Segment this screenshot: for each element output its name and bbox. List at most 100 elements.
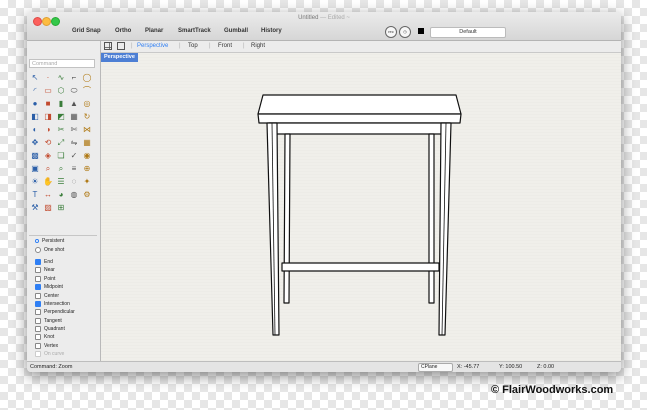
intersection-checkbox[interactable]	[35, 300, 41, 307]
midpoint-checkbox[interactable]	[35, 284, 41, 291]
pan-icon[interactable]: ✋	[42, 176, 54, 188]
extrude-icon[interactable]: ▦	[68, 111, 80, 123]
join-icon[interactable]: ⋈	[81, 124, 93, 136]
dim-icon[interactable]: ↔	[42, 189, 54, 201]
ellipse-icon[interactable]: ⬭	[68, 85, 80, 97]
match-icon[interactable]: ≡	[68, 163, 80, 175]
point-checkbox[interactable]	[35, 275, 41, 282]
snap-perpendicular[interactable]: Perpendicular	[35, 308, 75, 316]
table-model[interactable]	[101, 53, 621, 361]
smarttrack-button[interactable]: SmartTrack	[178, 28, 211, 34]
snap-midpoint[interactable]: Midpoint	[35, 283, 75, 291]
tab-front[interactable]: Front	[218, 43, 232, 49]
arrow-icon[interactable]: ↖	[29, 72, 41, 84]
torus-icon[interactable]: ◎	[81, 98, 93, 110]
select-icon[interactable]: ◈	[42, 150, 54, 162]
array-icon[interactable]: ▦	[81, 137, 93, 149]
snap-mode-one-shot[interactable]: One shot	[35, 245, 75, 253]
command-input[interactable]: Command	[29, 59, 95, 68]
quadrant-checkbox[interactable]	[35, 326, 41, 333]
center-checkbox[interactable]	[35, 292, 41, 299]
snap-intersection[interactable]: Intersection	[35, 300, 75, 308]
single-view-layout-icon[interactable]	[117, 42, 125, 50]
sweep-icon[interactable]: ◩	[55, 111, 67, 123]
layer-select[interactable]: Default	[430, 27, 506, 38]
cylinder-icon[interactable]: ▮	[55, 98, 67, 110]
curve-fillet-icon[interactable]: ⌒	[81, 85, 93, 97]
surface-icon[interactable]: ◧	[29, 111, 41, 123]
snap-point[interactable]: Point	[35, 275, 75, 283]
perpendicular-checkbox[interactable]	[35, 309, 41, 316]
move-icon[interactable]: ✥	[29, 137, 41, 149]
command-history[interactable]: Command: Zoom	[30, 364, 73, 370]
snap-mode-persistent[interactable]: Persistent	[35, 237, 75, 245]
group-icon[interactable]: ❏	[55, 150, 67, 162]
camera-icon[interactable]: ▣	[29, 163, 41, 175]
polygon-icon[interactable]: ⬡	[55, 85, 67, 97]
tangent-checkbox[interactable]	[35, 317, 41, 324]
grid-icon[interactable]: ▩	[29, 150, 41, 162]
ortho-button[interactable]: Ortho	[115, 28, 131, 34]
vertex-checkbox[interactable]	[35, 342, 41, 349]
view-icon[interactable]: ◌	[68, 176, 80, 188]
render-icon[interactable]: ◉	[81, 150, 93, 162]
point-icon[interactable]: ·	[42, 72, 54, 84]
cplane-select[interactable]: CPlane	[418, 363, 453, 372]
circle-icon[interactable]: ◯	[81, 72, 93, 84]
polyline-icon[interactable]: ⌐	[68, 72, 80, 84]
snap-quadrant[interactable]: Quadrant	[35, 325, 75, 333]
arc-icon[interactable]: ◜	[29, 85, 41, 97]
gumball-button[interactable]: Gumball	[224, 28, 248, 34]
curve-icon[interactable]: ∿	[55, 72, 67, 84]
one-shot-radio[interactable]	[35, 246, 41, 253]
box-icon[interactable]: ■	[42, 98, 54, 110]
four-view-layout-icon[interactable]	[104, 42, 112, 50]
wrench-icon[interactable]: ⚒	[29, 202, 41, 214]
analyze-icon[interactable]: ⊕	[81, 163, 93, 175]
globe-icon[interactable]: ◍	[68, 189, 80, 201]
options-icon[interactable]: ⚙	[81, 189, 93, 201]
persistent-radio[interactable]	[35, 239, 39, 244]
snap-near[interactable]: Near	[35, 266, 75, 274]
color-icon[interactable]: ◕	[55, 189, 67, 201]
boolean-difference-icon[interactable]: ◑	[42, 124, 54, 136]
sphere-icon[interactable]: ●	[29, 98, 41, 110]
boolean-union-icon[interactable]: ◐	[29, 124, 41, 136]
tab-perspective[interactable]: Perspective	[137, 43, 168, 49]
lights-icon[interactable]: ☀	[29, 176, 41, 188]
tab-top[interactable]: Top	[188, 43, 198, 49]
snap-knot[interactable]: Knot	[35, 333, 75, 341]
clock-icon[interactable]: ◷	[399, 26, 411, 38]
cone-icon[interactable]: ▲	[68, 98, 80, 110]
tab-right[interactable]: Right	[251, 43, 265, 49]
mirror-icon[interactable]: ⇋	[68, 137, 80, 149]
scale-icon[interactable]: ⤢	[55, 137, 67, 149]
rotate-icon[interactable]: ⟲	[42, 137, 54, 149]
properties-icon[interactable]: ⊞	[55, 202, 67, 214]
layer-color-swatch[interactable]	[418, 28, 424, 34]
knot-checkbox[interactable]	[35, 334, 41, 341]
end-checkbox[interactable]	[35, 258, 41, 265]
planar-button[interactable]: Planar	[145, 28, 163, 34]
split-icon[interactable]: ✂	[55, 124, 67, 136]
rectangle-icon[interactable]: ▭	[42, 85, 54, 97]
snap-vertex[interactable]: Vertex	[35, 342, 75, 350]
search-icon[interactable]: ⌕	[55, 163, 67, 175]
check-icon[interactable]: ✓	[68, 150, 80, 162]
layers-icon[interactable]: ☰	[55, 176, 67, 188]
record-history-icon[interactable]: rec	[385, 26, 397, 38]
bulb-icon[interactable]: ✦	[81, 176, 93, 188]
text-icon[interactable]: T	[29, 189, 41, 201]
loft-icon[interactable]: ◨	[42, 111, 54, 123]
zoom-icon[interactable]: ⌕	[42, 163, 54, 175]
snap-center[interactable]: Center	[35, 291, 75, 299]
perspective-viewport[interactable]: Perspective	[101, 53, 621, 361]
hatch-icon[interactable]: ▨	[42, 202, 54, 214]
near-checkbox[interactable]	[35, 267, 41, 274]
trim-icon[interactable]: ✄	[68, 124, 80, 136]
revolve-icon[interactable]: ↻	[81, 111, 93, 123]
snap-tangent[interactable]: Tangent	[35, 317, 75, 325]
snap-end[interactable]: End	[35, 258, 75, 266]
grid-snap-button[interactable]: Grid Snap	[72, 28, 101, 34]
history-button[interactable]: History	[261, 28, 282, 34]
